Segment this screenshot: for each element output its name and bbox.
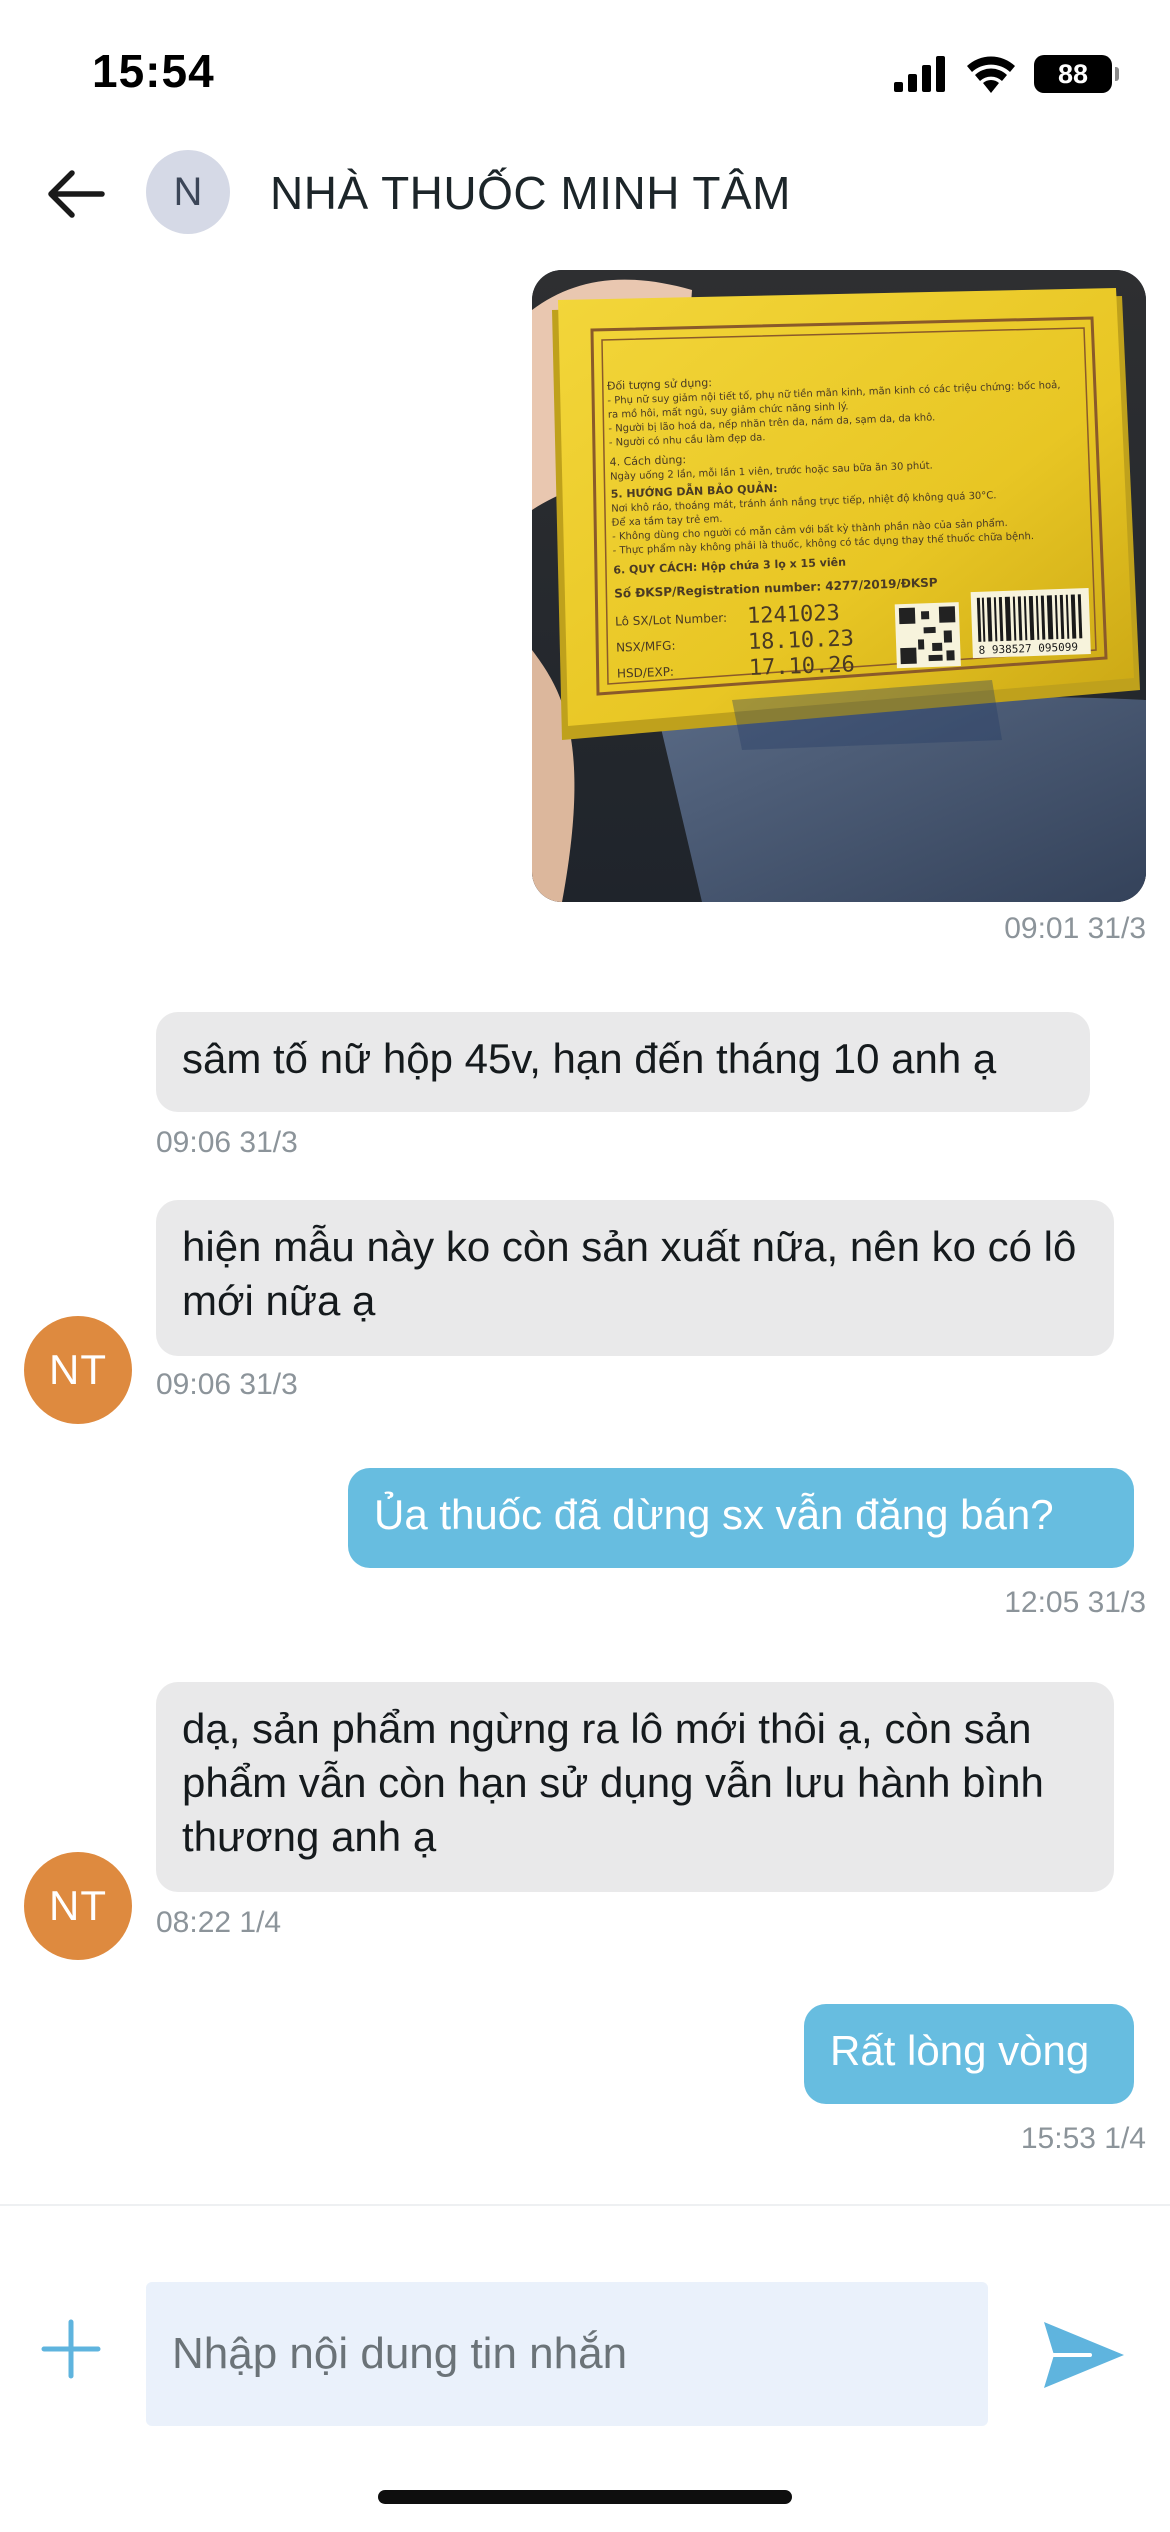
battery-icon: 88 (1034, 55, 1119, 93)
incoming-message[interactable]: hiện mẫu này ko còn sản xuất nữa, nên ko… (156, 1200, 1114, 1356)
composer-divider (0, 2204, 1170, 2206)
exp-value: 17.10.26 (748, 652, 855, 681)
message-text: Ủa thuốc đã dừng sx vẫn đăng bán? (374, 1491, 1054, 1538)
incoming-message[interactable]: sâm tố nữ hộp 45v, hạn đến tháng 10 anh … (156, 1012, 1090, 1112)
message-time: 12:05 31/3 (1004, 1586, 1146, 1619)
chat-header: N NHÀ THUỐC MINH TÂM (0, 140, 1170, 270)
status-bar: 15:54 88 (0, 0, 1170, 140)
status-icons: 88 (894, 52, 1119, 96)
message-text: Rất lòng vòng (830, 2027, 1090, 2074)
exp-label: HSD/EXP: (617, 665, 674, 681)
home-indicator (378, 2490, 792, 2504)
label-line: 4. Cách dùng: (609, 453, 686, 469)
back-button[interactable] (36, 154, 116, 234)
signal-icon (894, 56, 945, 92)
send-icon[interactable] (1040, 2318, 1126, 2392)
incoming-message[interactable]: dạ, sản phẩm ngừng ra lô mới thôi ạ, còn… (156, 1682, 1114, 1892)
product-photo: Đối tượng sử dụng: - Phụ nữ suy giảm nội… (532, 270, 1146, 902)
lot-value: 1241023 (747, 601, 841, 629)
message-time: 09:01 31/3 (1004, 912, 1146, 945)
message-list[interactable]: Đối tượng sử dụng: - Phụ nữ suy giảm nội… (0, 270, 1170, 2200)
image-message[interactable]: Đối tượng sử dụng: - Phụ nữ suy giảm nội… (532, 270, 1146, 902)
plus-icon[interactable] (40, 2318, 102, 2380)
outgoing-message[interactable]: Rất lòng vòng (804, 2004, 1134, 2104)
message-text: dạ, sản phẩm ngừng ra lô mới thôi ạ, còn… (182, 1705, 1044, 1860)
outgoing-message[interactable]: Ủa thuốc đã dừng sx vẫn đăng bán? (348, 1468, 1134, 1568)
qr-code (894, 602, 961, 669)
barcode: 8 938527 095099 (970, 588, 1091, 659)
message-input[interactable] (146, 2282, 988, 2426)
message-text: hiện mẫu này ko còn sản xuất nữa, nên ko… (182, 1223, 1077, 1324)
message-time: 09:06 31/3 (156, 1126, 298, 1159)
mfg-label: NSX/MFG: (616, 639, 676, 655)
arrow-left-icon (48, 170, 105, 218)
contact-avatar[interactable]: N (146, 150, 230, 234)
wifi-icon (967, 56, 1015, 93)
mfg-value: 18.10.23 (748, 626, 855, 655)
message-time: 08:22 1/4 (156, 1906, 282, 1939)
contact-name[interactable]: NHÀ THUỐC MINH TÂM (270, 158, 791, 228)
message-time: 09:06 31/3 (156, 1368, 298, 1401)
sender-avatar[interactable]: NT (24, 1316, 132, 1424)
sender-avatar[interactable]: NT (24, 1852, 132, 1960)
message-text: sâm tố nữ hộp 45v, hạn đến tháng 10 anh … (182, 1035, 997, 1082)
status-time: 15:54 (92, 45, 215, 97)
message-time: 15:53 1/4 (1020, 2122, 1146, 2155)
battery-level: 88 (1057, 58, 1089, 89)
